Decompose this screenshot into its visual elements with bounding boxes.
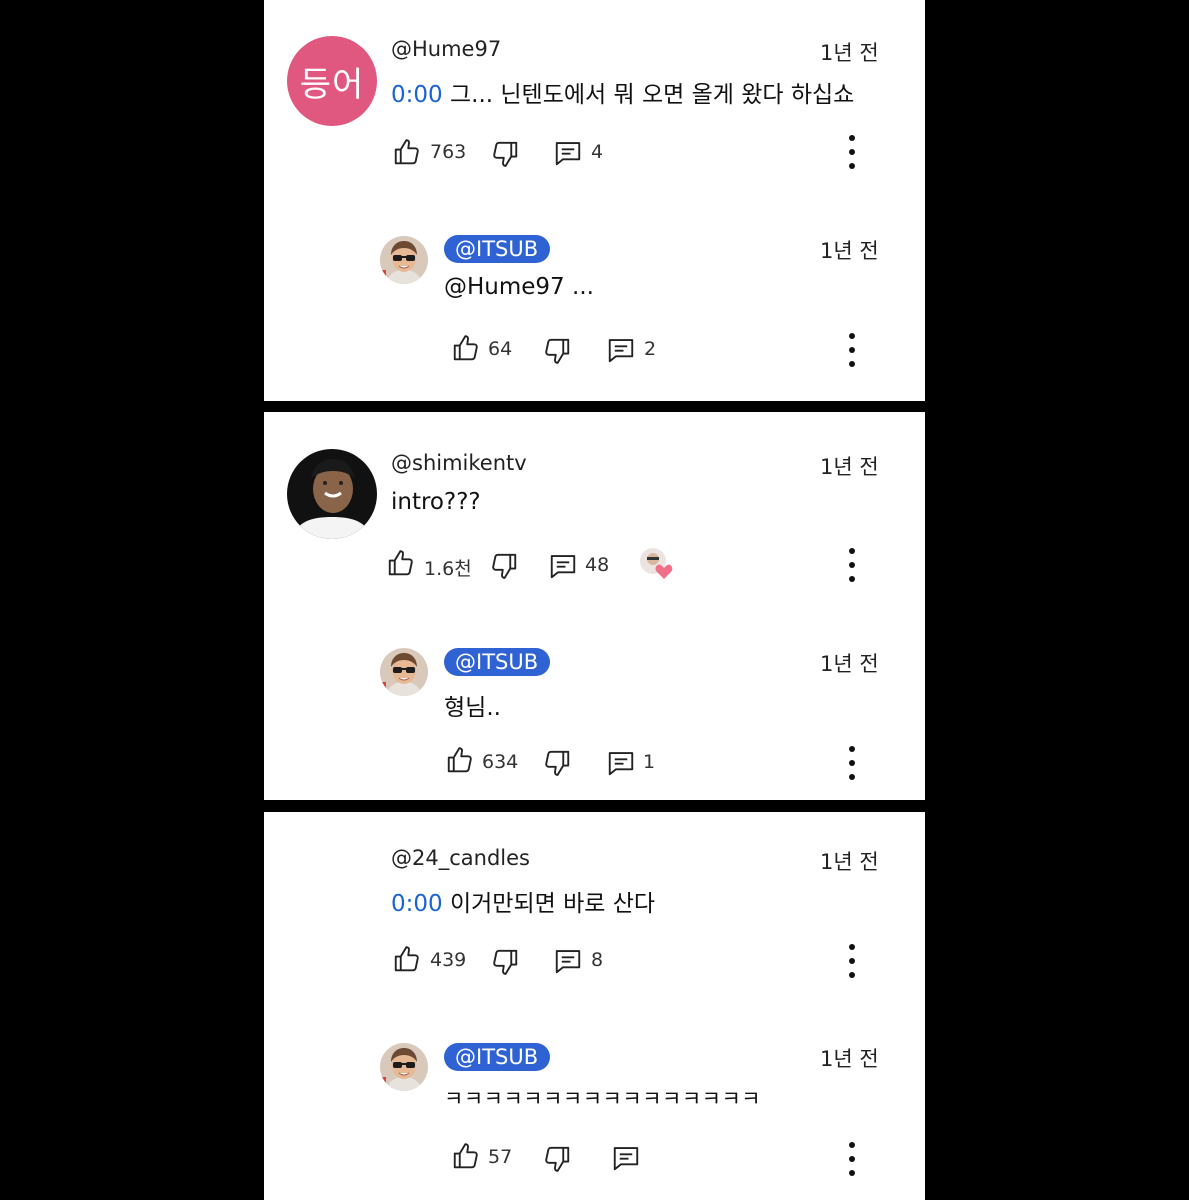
reply-button[interactable] (548, 551, 578, 581)
dislike-button[interactable] (542, 748, 572, 778)
comment-body: 이거만되면 바로 산다 (442, 891, 656, 917)
itsub-avatar[interactable] (380, 648, 428, 696)
comment-body: 그... 닌텐도에서 뭐 오면 올게 왔다 하십쇼 (442, 82, 855, 108)
like-button[interactable] (445, 745, 475, 775)
reply-time: 1년 전 (820, 652, 879, 676)
thumbs-down-icon (542, 748, 572, 778)
more-vert-icon[interactable] (845, 333, 859, 367)
reply-count: 48 (585, 554, 610, 576)
reply-text: @Hume97 ... (444, 274, 594, 300)
dislike-button[interactable] (542, 336, 572, 366)
comment-text: 0:00 그... 닌텐도에서 뭐 오면 올게 왔다 하십쇼 (391, 75, 854, 109)
reply-button[interactable] (606, 335, 636, 365)
like-button[interactable] (451, 333, 481, 363)
dislike-button[interactable] (490, 947, 520, 977)
like-count: 634 (482, 751, 519, 773)
more-vert-icon[interactable] (845, 1142, 859, 1176)
creator-heart-icon (637, 546, 677, 582)
comment-time: 1년 전 (820, 41, 879, 65)
thumbs-up-icon (451, 333, 481, 363)
dislike-button[interactable] (490, 139, 520, 169)
like-count: 57 (488, 1146, 513, 1168)
more-vert-icon[interactable] (845, 746, 859, 780)
reply-text: 형님.. (444, 695, 501, 721)
reply-button[interactable] (611, 1143, 641, 1173)
thumbs-up-icon (386, 548, 416, 578)
comment-username[interactable]: @Hume97 (391, 37, 501, 61)
like-button[interactable] (392, 944, 422, 974)
dislike-button[interactable] (489, 551, 519, 581)
comment-time: 1년 전 (820, 455, 879, 479)
video-timestamp-link[interactable]: 0:00 (391, 891, 443, 917)
comment-username[interactable]: @shimikentv (391, 451, 527, 475)
reply-time: 1년 전 (820, 1047, 879, 1071)
like-count: 439 (430, 949, 467, 971)
thumbs-up-icon (451, 1141, 481, 1171)
more-vert-icon[interactable] (845, 944, 859, 978)
comment-panel-3: @24_candles 1년 전 0:00 이거만되면 바로 산다 439 8 … (264, 812, 925, 1200)
comment-text: intro??? (391, 489, 481, 515)
reply-button[interactable] (606, 748, 636, 778)
comment-icon (553, 946, 583, 976)
reply-count: 4 (591, 141, 604, 163)
reply-text: ㅋㅋㅋㅋㅋㅋㅋㅋㅋㅋㅋㅋㅋㅋㅋㅋ (444, 1087, 762, 1111)
reply-count: 1 (643, 751, 656, 773)
comment-text: 0:00 이거만되면 바로 산다 (391, 884, 655, 918)
thumbs-down-icon (542, 1144, 572, 1174)
user-avatar[interactable] (287, 449, 377, 539)
comment-username[interactable]: @24_candles (391, 846, 530, 870)
like-button[interactable] (386, 548, 416, 578)
more-vert-icon[interactable] (845, 548, 859, 582)
thumbs-down-icon (490, 947, 520, 977)
reply-count: 8 (591, 949, 604, 971)
reply-button[interactable] (553, 946, 583, 976)
reply-button[interactable] (553, 138, 583, 168)
itsub-avatar[interactable] (380, 1043, 428, 1091)
comment-icon (553, 138, 583, 168)
thumbs-down-icon (542, 336, 572, 366)
comment-icon (611, 1143, 641, 1173)
itsub-avatar[interactable] (380, 236, 428, 284)
comment-panel-1: 등어 @Hume97 1년 전 0:00 그... 닌텐도에서 뭐 오면 올게 … (264, 0, 925, 401)
like-button[interactable] (392, 137, 422, 167)
like-count: 763 (430, 141, 467, 163)
comment-time: 1년 전 (820, 850, 879, 874)
dislike-button[interactable] (542, 1144, 572, 1174)
thumbs-down-icon (489, 551, 519, 581)
creator-badge[interactable]: @ITSUB (444, 648, 551, 676)
comment-icon (548, 551, 578, 581)
more-vert-icon[interactable] (845, 135, 859, 169)
video-timestamp-link[interactable]: 0:00 (391, 82, 443, 108)
comment-icon (606, 335, 636, 365)
creator-badge[interactable]: @ITSUB (444, 235, 551, 263)
thumbs-up-icon (392, 137, 422, 167)
user-avatar[interactable]: 등어 (287, 36, 377, 126)
reply-time: 1년 전 (820, 239, 879, 263)
like-count: 64 (488, 338, 513, 360)
thumbs-up-icon (445, 745, 475, 775)
creator-badge[interactable]: @ITSUB (444, 1043, 551, 1071)
thumbs-down-icon (490, 139, 520, 169)
like-count: 1.6천 (424, 558, 472, 580)
comment-icon (606, 748, 636, 778)
comment-panel-2: @shimikentv 1년 전 intro??? 1.6천 48 @ITSUB… (264, 412, 925, 800)
thumbs-up-icon (392, 944, 422, 974)
like-button[interactable] (451, 1141, 481, 1171)
reply-count: 2 (644, 338, 657, 360)
